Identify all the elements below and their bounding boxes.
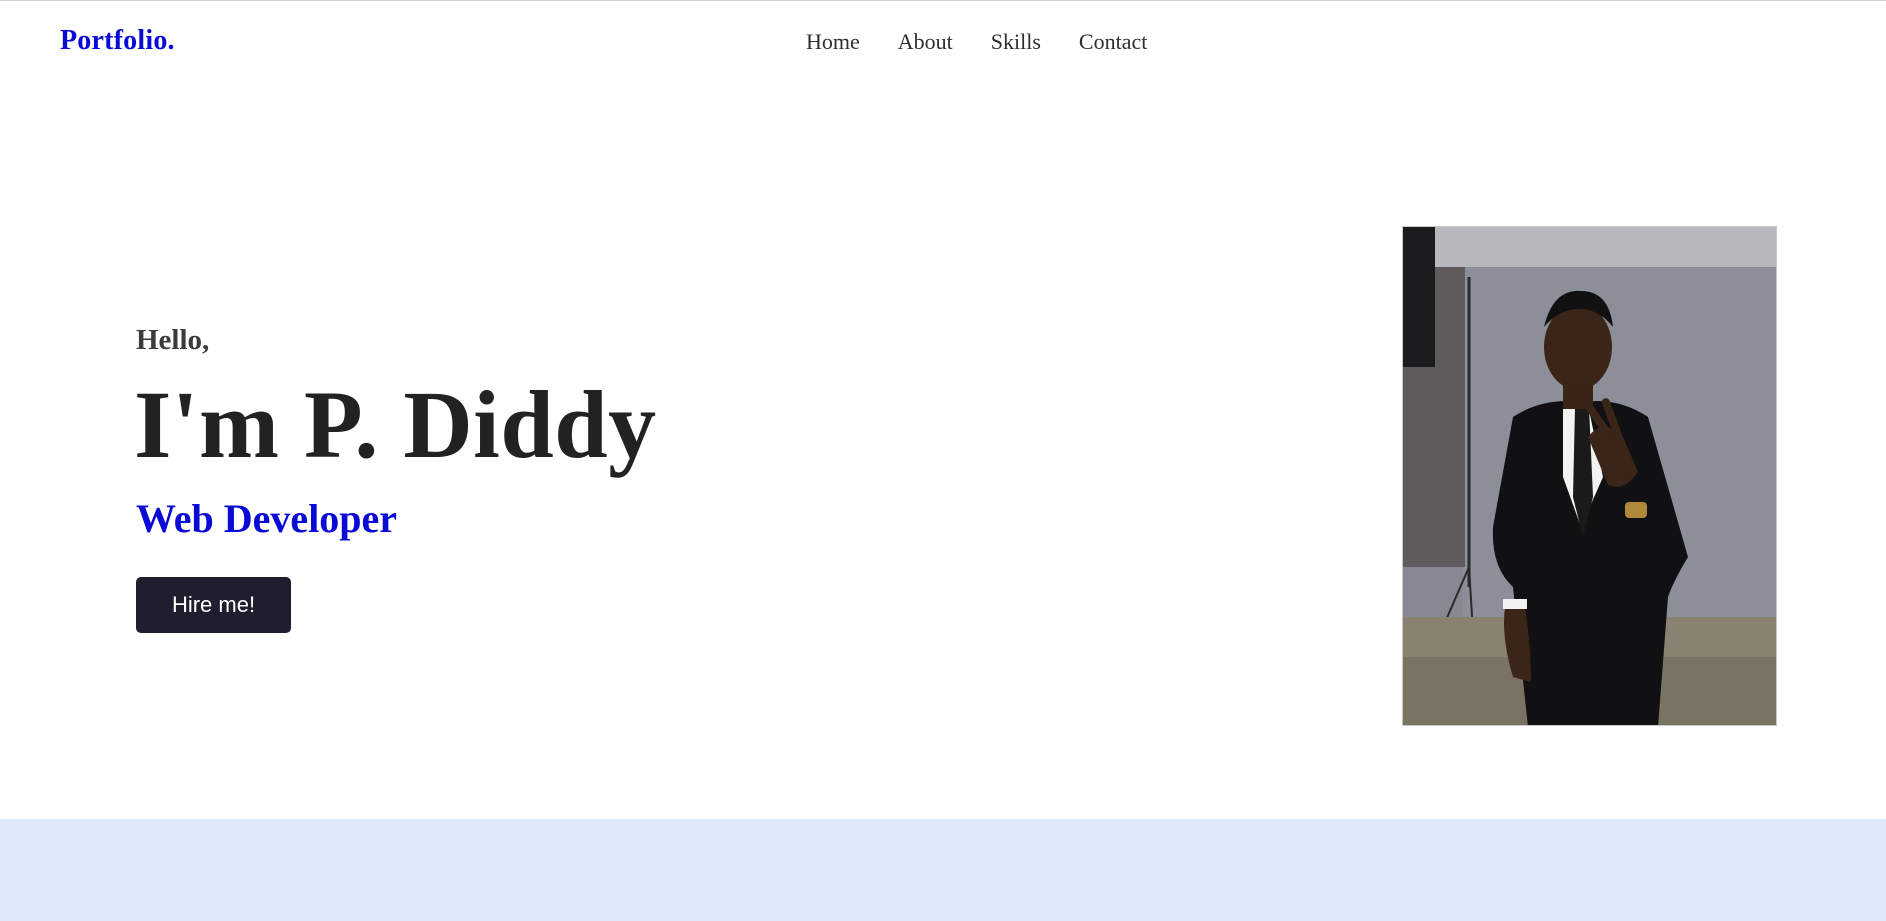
site-logo[interactable]: Portfolio. xyxy=(60,25,175,57)
hero-greeting: Hello, xyxy=(136,324,210,356)
main-nav: Home About Skills Contact xyxy=(806,29,1147,55)
nav-link-home[interactable]: Home xyxy=(806,29,860,55)
hero-name: I'm P. Diddy xyxy=(134,371,657,478)
site-header: Portfolio. Home About Skills Contact xyxy=(0,1,1886,85)
profile-photo xyxy=(1402,226,1777,726)
nav-link-contact[interactable]: Contact xyxy=(1079,29,1147,55)
next-section-band xyxy=(0,819,1886,921)
hire-me-button[interactable]: Hire me! xyxy=(136,577,291,633)
profile-photo-illustration xyxy=(1403,227,1776,725)
portfolio-page: Portfolio. Home About Skills Contact Hel… xyxy=(0,0,1886,921)
nav-link-about[interactable]: About xyxy=(898,29,953,55)
nav-link-skills[interactable]: Skills xyxy=(991,29,1041,55)
hero-role: Web Developer xyxy=(136,496,398,541)
